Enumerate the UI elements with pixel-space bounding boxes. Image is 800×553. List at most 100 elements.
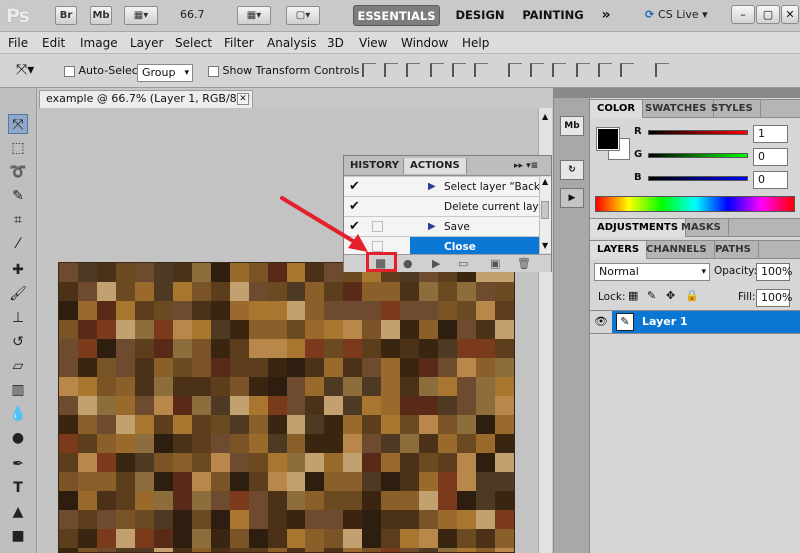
close-icon[interactable]: ✕	[237, 93, 249, 105]
align-left-icon[interactable]	[430, 63, 444, 77]
gradient-tool-icon[interactable]: ▥	[8, 380, 28, 400]
mini-bridge-button[interactable]: Mb	[90, 6, 112, 25]
align-top-icon[interactable]	[362, 63, 376, 77]
tab-styles[interactable]: STYLES	[704, 100, 761, 118]
dodge-tool-icon[interactable]: ●	[8, 428, 28, 448]
menu-select[interactable]: Select	[175, 36, 212, 50]
tab-history[interactable]: HISTORY	[344, 158, 405, 174]
workspace-design[interactable]: DESIGN	[448, 5, 512, 26]
document-tab[interactable]: example @ 66.7% (Layer 1, RGB/8) * ✕	[39, 90, 253, 108]
mini-bridge-panel-icon[interactable]: Mb	[560, 116, 584, 136]
pixelated-image[interactable]	[58, 262, 515, 553]
tab-actions[interactable]: ACTIONS	[403, 158, 467, 174]
history-panel-icon[interactable]: ↻	[560, 160, 584, 180]
tab-swatches[interactable]: SWATCHES	[638, 100, 715, 118]
transform-controls-checkbox[interactable]	[208, 65, 219, 77]
red-slider[interactable]	[648, 130, 748, 135]
transform-controls-control[interactable]: Show Transform Controls	[208, 64, 359, 77]
lock-all-icon[interactable]: 🔒	[685, 289, 699, 302]
healing-brush-tool-icon[interactable]: ✚	[8, 260, 28, 280]
move-tool-icon[interactable]: ⤧	[8, 114, 28, 134]
shape-tool-icon[interactable]: ■	[8, 526, 28, 546]
screen-mode-button[interactable]: ▢▾	[286, 6, 320, 25]
align-right-icon[interactable]	[474, 63, 488, 77]
cs-live-button[interactable]: ⟳ CS Live ▾	[645, 8, 708, 21]
distribute-vcenter-icon[interactable]	[530, 63, 544, 77]
fill-value[interactable]: 100%	[756, 289, 792, 307]
play-icon[interactable]: ▶	[432, 257, 440, 270]
tab-color[interactable]: COLOR	[590, 100, 644, 118]
layer-row[interactable]: 👁 ✎ Layer 1	[590, 310, 800, 334]
menu-file[interactable]: File	[8, 36, 28, 50]
eraser-tool-icon[interactable]: ▱	[8, 356, 28, 376]
menu-view[interactable]: View	[359, 36, 387, 50]
pen-tool-icon[interactable]: ✒	[8, 454, 28, 474]
actions-scrollbar[interactable]: ▲ ▼	[539, 177, 551, 253]
blend-mode-dropdown[interactable]: Normal ▾	[594, 263, 710, 281]
auto-select-checkbox[interactable]	[64, 65, 75, 77]
trash-icon[interactable]: 🗑	[517, 257, 531, 270]
new-action-icon[interactable]: ▣	[490, 257, 500, 270]
blue-slider[interactable]	[648, 176, 748, 181]
menu-layer[interactable]: Layer	[130, 36, 163, 50]
layer-name[interactable]: Layer 1	[642, 315, 688, 328]
clone-stamp-tool-icon[interactable]: ⊥	[8, 308, 28, 328]
arrange-documents-button[interactable]: ▦▾	[237, 6, 271, 25]
panel-menu-icon[interactable]: ▸▸ ▾≡	[508, 158, 544, 174]
expand-triangle-icon[interactable]: ▶	[428, 181, 436, 192]
eyedropper-tool-icon[interactable]: ⁄	[8, 234, 28, 254]
auto-select-dropdown[interactable]: Group ▾	[137, 64, 193, 82]
new-set-icon[interactable]: ▭	[458, 257, 468, 270]
auto-select-control[interactable]: Auto-Select:	[64, 64, 146, 77]
type-tool-icon[interactable]: T	[8, 478, 28, 498]
zoom-level[interactable]: 66.7	[180, 8, 205, 21]
path-selection-tool-icon[interactable]: ▲	[8, 502, 28, 522]
color-spectrum-bar[interactable]	[595, 196, 795, 212]
crop-tool-icon[interactable]: ⌗	[8, 210, 28, 230]
align-hcenter-icon[interactable]	[452, 63, 466, 77]
menu-filter[interactable]: Filter	[224, 36, 254, 50]
distribute-left-icon[interactable]	[576, 63, 590, 77]
scroll-up-icon[interactable]: ▲	[542, 177, 548, 186]
close-window-button[interactable]: ✕	[781, 5, 799, 24]
more-workspaces-icon[interactable]: »	[594, 5, 618, 26]
brush-tool-icon[interactable]: 🖌	[8, 284, 28, 304]
scroll-thumb[interactable]	[541, 201, 549, 219]
auto-align-icon[interactable]	[655, 63, 669, 77]
tab-paths[interactable]: PATHS	[708, 241, 759, 259]
red-value[interactable]: 1	[753, 125, 788, 143]
menu-help[interactable]: Help	[462, 36, 489, 50]
lasso-tool-icon[interactable]: ➰	[8, 162, 28, 182]
tab-adjustments[interactable]: ADJUSTMENTS	[590, 219, 687, 237]
distribute-top-icon[interactable]	[508, 63, 522, 77]
green-slider[interactable]	[648, 153, 748, 158]
menu-edit[interactable]: Edit	[42, 36, 65, 50]
scroll-up-icon[interactable]: ▲	[542, 112, 548, 121]
move-tool-icon[interactable]: ⤧▾	[16, 62, 34, 78]
distribute-bottom-icon[interactable]	[552, 63, 566, 77]
opacity-value[interactable]: 100%	[756, 263, 792, 281]
lock-pixels-brush-icon[interactable]: ✎	[647, 289, 656, 302]
align-bottom-icon[interactable]	[406, 63, 420, 77]
green-value[interactable]: 0	[753, 148, 788, 166]
visibility-eye-icon[interactable]: 👁	[590, 311, 612, 333]
layer-thumbnail-brush-icon[interactable]: ✎	[616, 313, 634, 331]
menu-3d[interactable]: 3D	[327, 36, 344, 50]
foreground-color-swatch[interactable]	[596, 127, 620, 151]
workspace-essentials[interactable]: ESSENTIALS	[353, 5, 440, 26]
lock-position-icon[interactable]: ✥	[666, 289, 675, 302]
menu-window[interactable]: Window	[401, 36, 448, 50]
history-brush-tool-icon[interactable]: ↺	[8, 332, 28, 352]
menu-analysis[interactable]: Analysis	[267, 36, 316, 50]
menu-image[interactable]: Image	[80, 36, 118, 50]
tab-masks[interactable]: MASKS	[674, 219, 729, 237]
blue-value[interactable]: 0	[753, 171, 788, 189]
record-icon[interactable]: ●	[403, 257, 413, 270]
blur-tool-icon[interactable]: 💧	[8, 404, 28, 424]
scroll-down-icon[interactable]: ▼	[542, 241, 548, 250]
maximize-button[interactable]: ▢	[756, 5, 780, 24]
workspace-painting[interactable]: PAINTING	[518, 5, 588, 26]
lock-transparent-icon[interactable]: ▦	[628, 289, 638, 302]
marquee-tool-icon[interactable]: ⬚	[8, 138, 28, 158]
actions-panel-icon[interactable]: ▶	[560, 188, 584, 208]
